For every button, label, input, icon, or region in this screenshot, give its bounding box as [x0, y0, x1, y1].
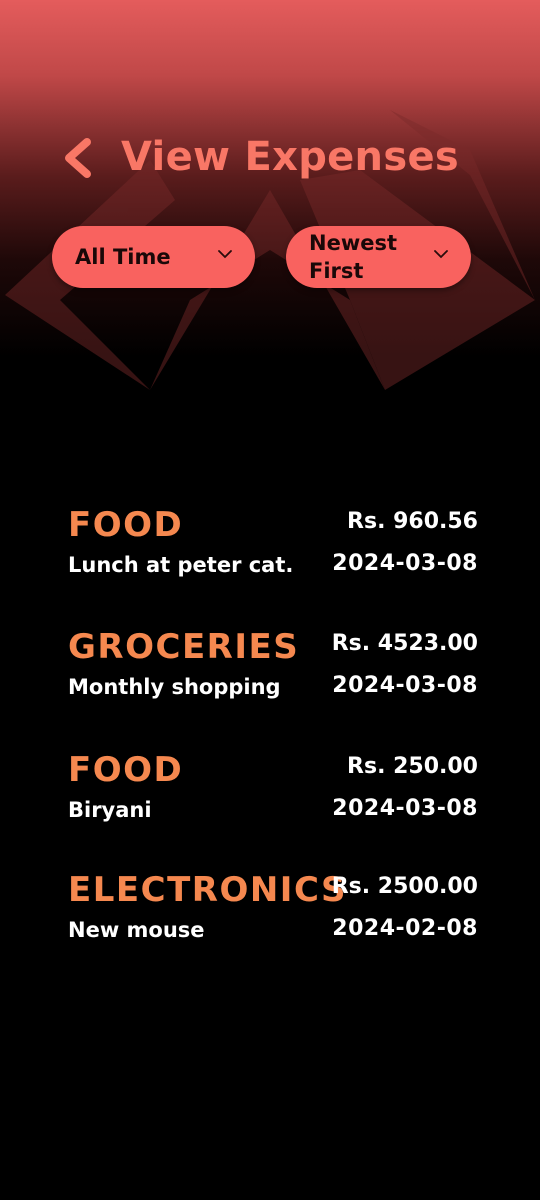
expense-category: GROCERIES	[68, 627, 300, 667]
time-range-dropdown[interactable]: All Time	[52, 226, 255, 288]
expense-date: 2024-03-08	[332, 796, 478, 821]
time-range-value: All Time	[75, 245, 171, 269]
expense-description: Monthly shopping	[68, 675, 281, 699]
expense-amount: Rs. 250.00	[347, 754, 478, 779]
page-title: View Expenses	[121, 134, 459, 180]
decorative-background-shapes	[5, 110, 535, 390]
expense-date: 2024-02-08	[332, 916, 478, 941]
expense-item[interactable]: FOOD Lunch at peter cat. Rs. 960.56 2024…	[0, 505, 540, 605]
expense-item[interactable]: FOOD Biryani Rs. 250.00 2024-03-08	[0, 750, 540, 850]
expense-category: FOOD	[68, 505, 184, 545]
sort-order-value: Newest First	[309, 231, 397, 283]
back-button[interactable]	[52, 132, 104, 184]
page-header: View Expenses	[0, 120, 540, 200]
expense-item[interactable]: GROCERIES Monthly shopping Rs. 4523.00 2…	[0, 627, 540, 727]
chevron-down-icon	[434, 250, 448, 259]
expense-description: New mouse	[68, 918, 205, 942]
sort-order-dropdown[interactable]: Newest First	[286, 226, 471, 288]
expense-item[interactable]: ELECTRONICS New mouse Rs. 2500.00 2024-0…	[0, 870, 540, 970]
expense-date: 2024-03-08	[332, 673, 478, 698]
expense-description: Lunch at peter cat.	[68, 553, 294, 577]
chevron-left-icon	[65, 138, 91, 178]
expense-description: Biryani	[68, 798, 152, 822]
expense-date: 2024-03-08	[332, 551, 478, 576]
chevron-down-icon	[218, 250, 232, 259]
expense-amount: Rs. 960.56	[347, 509, 478, 534]
expense-category: ELECTRONICS	[68, 870, 348, 910]
expense-amount: Rs. 4523.00	[331, 631, 478, 656]
expense-category: FOOD	[68, 750, 184, 790]
expense-amount: Rs. 2500.00	[331, 874, 478, 899]
